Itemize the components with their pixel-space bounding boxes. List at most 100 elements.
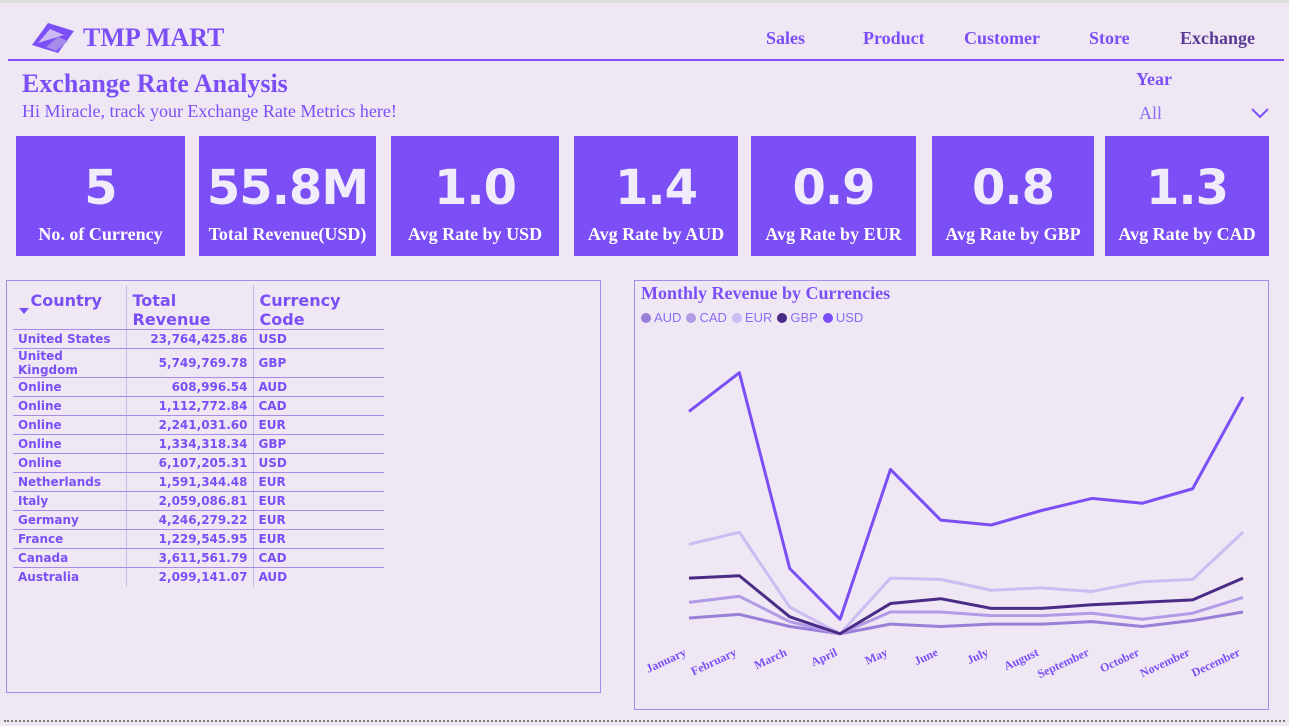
table-row: Online 2,241,031.60 EUR xyxy=(13,415,384,435)
cell-country: Germany xyxy=(13,510,126,530)
cell-country: Australia xyxy=(18,570,80,585)
legend-item-usd[interactable]: USD xyxy=(822,310,864,325)
table-row: Australia 2,099,141.07 AUD xyxy=(13,567,384,587)
table-row: United Kingdom 5,749,769.78 GBP xyxy=(13,348,384,378)
cell-revenue: 5,749,769.78 xyxy=(125,348,253,378)
nav-exchange[interactable]: Exchange xyxy=(1180,28,1255,49)
legend-label: GBP xyxy=(790,310,818,325)
table-row: Canada 3,611,561.79 CAD xyxy=(13,548,384,568)
cell-country: France xyxy=(13,529,126,549)
table-row: Italy 2,059,086.81 EUR xyxy=(13,491,384,511)
legend-dot xyxy=(641,312,651,323)
cell-revenue: 23,764,425.86 xyxy=(125,329,253,349)
cell-country: United States xyxy=(13,329,126,349)
x-tick-label: October xyxy=(1098,645,1143,676)
cell-currency: EUR xyxy=(252,415,384,435)
cell-currency: EUR xyxy=(252,491,384,511)
brand-logo-icon xyxy=(32,23,74,53)
legend-dot xyxy=(777,312,788,323)
legend-label: AUD xyxy=(654,310,682,325)
column-header-country[interactable]: Country xyxy=(13,285,126,330)
nav-customer[interactable]: Customer xyxy=(964,28,1040,49)
kpi-value: 5 xyxy=(84,160,117,216)
cell-country: Netherlands xyxy=(13,472,126,492)
cell-country: Online xyxy=(13,415,126,435)
cell-revenue: 3,611,561.79 xyxy=(125,548,253,568)
legend-label: EUR xyxy=(744,310,773,325)
page-bottom-divider xyxy=(4,720,1285,722)
country-revenue-table-panel: Country Total Revenue Currency Code Unit… xyxy=(6,280,601,693)
cell-currency: AUD xyxy=(252,567,384,587)
kpi-label: Avg Rate by AUD xyxy=(587,224,725,244)
kpi-label: Total Revenue(USD) xyxy=(208,224,367,244)
cell-currency: USD xyxy=(252,329,384,349)
kpi-label: No. of Currency xyxy=(38,224,163,244)
kpi-card-total-revenue: 55.8M Total Revenue(USD) xyxy=(199,136,376,256)
legend-dot xyxy=(686,312,697,323)
table-row: Online 6,107,205.31 USD xyxy=(13,453,384,473)
monthly-revenue-chart-panel: January February March April May June July Augu… xyxy=(634,280,1269,710)
x-tick-label: September xyxy=(1035,645,1092,681)
legend-dot xyxy=(822,312,833,323)
x-tick-label: May xyxy=(863,645,890,668)
kpi-value: 1.4 xyxy=(614,160,698,216)
x-tick-label: January xyxy=(644,645,689,676)
chart-legend: AUD CAD EUR GBP USD xyxy=(641,310,863,325)
table-row: United States 23,764,425.86 USD xyxy=(13,329,384,349)
kpi-value: 0.8 xyxy=(971,160,1055,216)
x-tick-label: June xyxy=(912,645,941,668)
cell-country: Italy xyxy=(13,491,126,511)
cell-revenue: 1,334,318.34 xyxy=(125,434,253,454)
nav-sales[interactable]: Sales xyxy=(766,28,805,49)
kpi-value: 55.8M xyxy=(206,160,369,216)
kpi-card-avg-eur: 0.9 Avg Rate by EUR xyxy=(751,136,916,256)
country-revenue-table: Country Total Revenue Currency Code Unit… xyxy=(13,285,384,587)
cell-currency: EUR xyxy=(252,510,384,530)
legend-item-aud[interactable]: AUD xyxy=(641,310,681,325)
year-filter-dropdown[interactable]: All xyxy=(1134,100,1274,128)
x-tick-label: November xyxy=(1138,645,1193,681)
monthly-revenue-line-chart: January February March April May June July Augu… xyxy=(644,371,1245,681)
cell-revenue: 2,099,141.07 xyxy=(125,567,253,587)
cell-revenue: 2,059,086.81 xyxy=(125,491,253,511)
page-subtitle: Hi Miracle, track your Exchange Rate Met… xyxy=(22,101,397,121)
cell-country: United Kingdom xyxy=(13,348,126,378)
table-row: Germany 4,246,279.22 EUR xyxy=(13,510,384,530)
legend-item-gbp[interactable]: GBP xyxy=(777,310,818,325)
kpi-card-avg-cad: 1.3 Avg Rate by CAD xyxy=(1105,136,1269,256)
legend-item-cad[interactable]: CAD xyxy=(686,310,727,325)
x-tick-label: February xyxy=(689,645,739,678)
table-row: Online 1,112,772.84 CAD xyxy=(13,396,384,416)
nav-product[interactable]: Product xyxy=(863,28,925,49)
cell-currency: CAD xyxy=(252,548,384,568)
legend-label: USD xyxy=(835,310,864,325)
kpi-value: 0.9 xyxy=(792,160,875,216)
kpi-label: Avg Rate by GBP xyxy=(945,224,1081,244)
table-row: Online 1,334,318.34 GBP xyxy=(13,434,384,454)
kpi-card-avg-usd: 1.0 Avg Rate by USD xyxy=(391,136,559,256)
table-row: Netherlands 1,591,344.48 EUR xyxy=(13,472,384,492)
kpi-label: Avg Rate by CAD xyxy=(1118,224,1256,244)
column-header-currency-code[interactable]: Currency Code xyxy=(252,285,384,330)
sort-descending-icon[interactable] xyxy=(19,308,29,314)
kpi-card-avg-gbp: 0.8 Avg Rate by GBP xyxy=(932,136,1094,256)
cell-country: Canada xyxy=(13,548,126,568)
kpi-card-avg-aud: 1.4 Avg Rate by AUD xyxy=(574,136,738,256)
cell-revenue: 1,591,344.48 xyxy=(125,472,253,492)
kpi-label: Avg Rate by USD xyxy=(407,224,543,244)
cell-revenue: 1,229,545.95 xyxy=(125,529,253,549)
legend-item-eur[interactable]: EUR xyxy=(731,310,773,325)
page-title: Exchange Rate Analysis xyxy=(22,69,288,98)
cell-revenue: 2,241,031.60 xyxy=(125,415,253,435)
cell-revenue: 608,996.54 xyxy=(125,377,253,397)
nav-store[interactable]: Store xyxy=(1089,28,1130,49)
year-filter-label: Year xyxy=(1136,69,1172,89)
cell-revenue: 4,246,279.22 xyxy=(125,510,253,530)
x-tick-label: December xyxy=(1189,645,1243,680)
x-tick-label: April xyxy=(809,645,840,670)
cell-country: Online xyxy=(13,396,126,416)
cell-currency: GBP xyxy=(252,434,384,454)
cell-country: Online xyxy=(13,453,126,473)
column-header-total-revenue[interactable]: Total Revenue xyxy=(125,285,253,330)
table-row: Online 608,996.54 AUD xyxy=(13,377,384,397)
